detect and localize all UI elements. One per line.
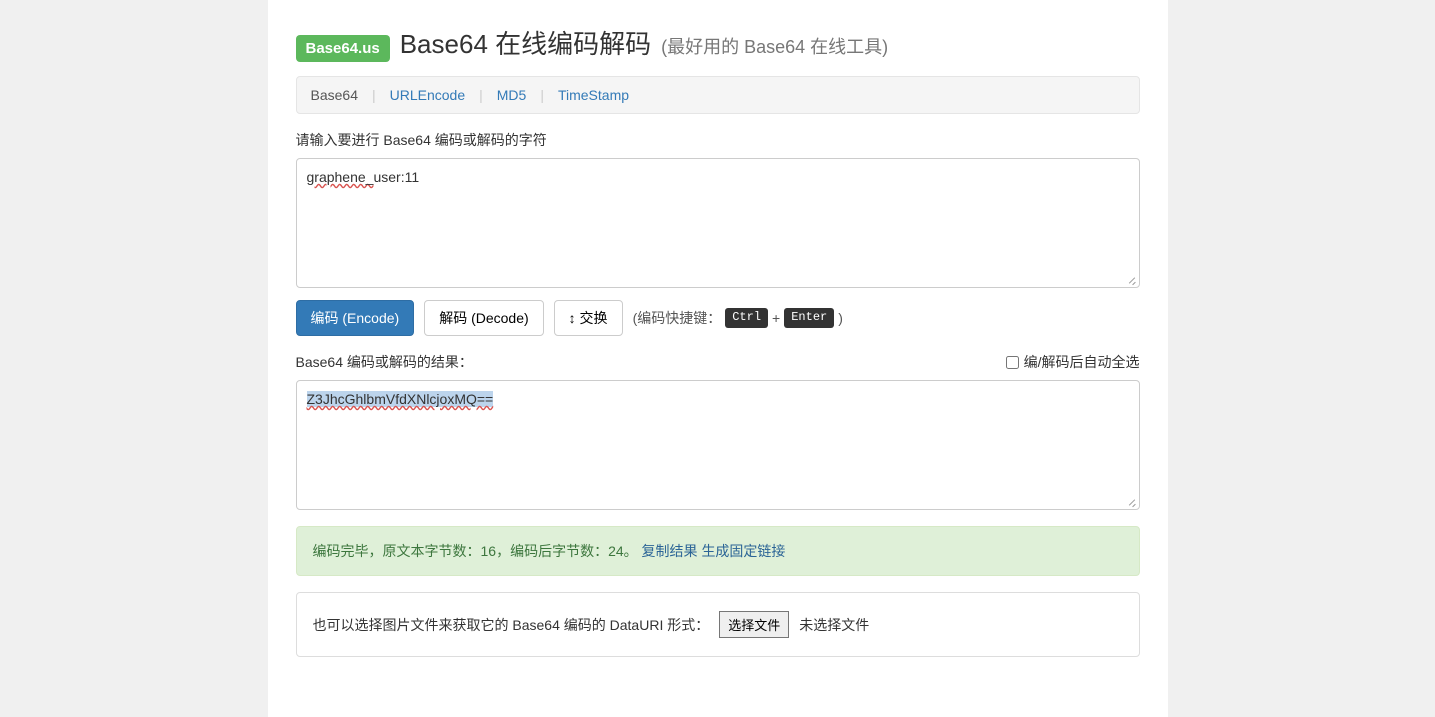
file-panel-text: 也可以选择图片文件来获取它的 Base64 编码的 DataURI 形式： [313, 615, 710, 635]
resize-handle-icon [1125, 273, 1137, 285]
shortcut-suffix: ) [838, 310, 843, 326]
input-value-part2: user:11 [373, 169, 419, 185]
nav-md5[interactable]: MD5 [497, 87, 527, 103]
kbd-enter: Enter [784, 308, 834, 328]
shortcut-plus: + [772, 310, 780, 326]
page-container: Base64.us Base64 在线编码解码 (最好用的 Base64 在线工… [268, 0, 1168, 717]
tool-nav: Base64 | URLEncode | MD5 | TimeStamp [296, 76, 1140, 114]
copy-result-link[interactable]: 复制结果 [642, 543, 698, 559]
page-title: Base64 在线编码解码 [400, 24, 651, 61]
nav-base64[interactable]: Base64 [311, 87, 358, 103]
encode-button[interactable]: 编码 (Encode) [296, 300, 415, 336]
nav-timestamp[interactable]: TimeStamp [558, 87, 629, 103]
swap-button[interactable]: ↕ 交换 [554, 300, 623, 336]
result-label: Base64 编码或解码的结果： [296, 352, 473, 372]
nav-urlencode[interactable]: URLEncode [390, 87, 466, 103]
page-subtitle: (最好用的 Base64 在线工具) [661, 33, 888, 59]
input-label: 请输入要进行 Base64 编码或解码的字符 [296, 130, 1140, 150]
file-upload-panel: 也可以选择图片文件来获取它的 Base64 编码的 DataURI 形式： 选择… [296, 592, 1140, 657]
choose-file-button[interactable]: 选择文件 [719, 611, 789, 638]
page-header: Base64.us Base64 在线编码解码 (最好用的 Base64 在线工… [296, 24, 1140, 62]
auto-select-checkbox[interactable] [1006, 356, 1019, 369]
decode-button[interactable]: 解码 (Decode) [424, 300, 543, 336]
button-row: 编码 (Encode) 解码 (Decode) ↕ 交换 (编码快捷键： Ctr… [296, 300, 1140, 336]
nav-separator: | [372, 87, 376, 103]
status-alert: 编码完毕，原文本字节数：16，编码后字节数：24。 复制结果 生成固定链接 [296, 526, 1140, 576]
file-status: 未选择文件 [799, 615, 869, 635]
input-textarea[interactable]: graphene_user:11 [296, 158, 1140, 288]
shortcut-hint: (编码快捷键： Ctrl + Enter ) [633, 308, 843, 328]
output-textarea[interactable]: Z3JhcGhlbmVfdXNlcjoxMQ== [296, 380, 1140, 510]
input-value-part1: graphene_ [307, 169, 374, 185]
result-header: Base64 编码或解码的结果： 编/解码后自动全选 [296, 352, 1140, 372]
shortcut-prefix: (编码快捷键： [633, 308, 722, 328]
resize-handle-icon [1125, 495, 1137, 507]
auto-select-label: 编/解码后自动全选 [1024, 352, 1140, 372]
nav-separator: | [479, 87, 483, 103]
nav-separator: | [540, 87, 544, 103]
site-badge[interactable]: Base64.us [296, 35, 390, 62]
auto-select-checkbox-wrap[interactable]: 编/解码后自动全选 [1006, 352, 1140, 372]
gen-permalink-link[interactable]: 生成固定链接 [701, 543, 785, 559]
status-text: 编码完毕，原文本字节数：16，编码后字节数：24。 [313, 543, 638, 559]
kbd-ctrl: Ctrl [725, 308, 768, 328]
output-value: Z3JhcGhlbmVfdXNlcjoxMQ== [307, 391, 494, 407]
